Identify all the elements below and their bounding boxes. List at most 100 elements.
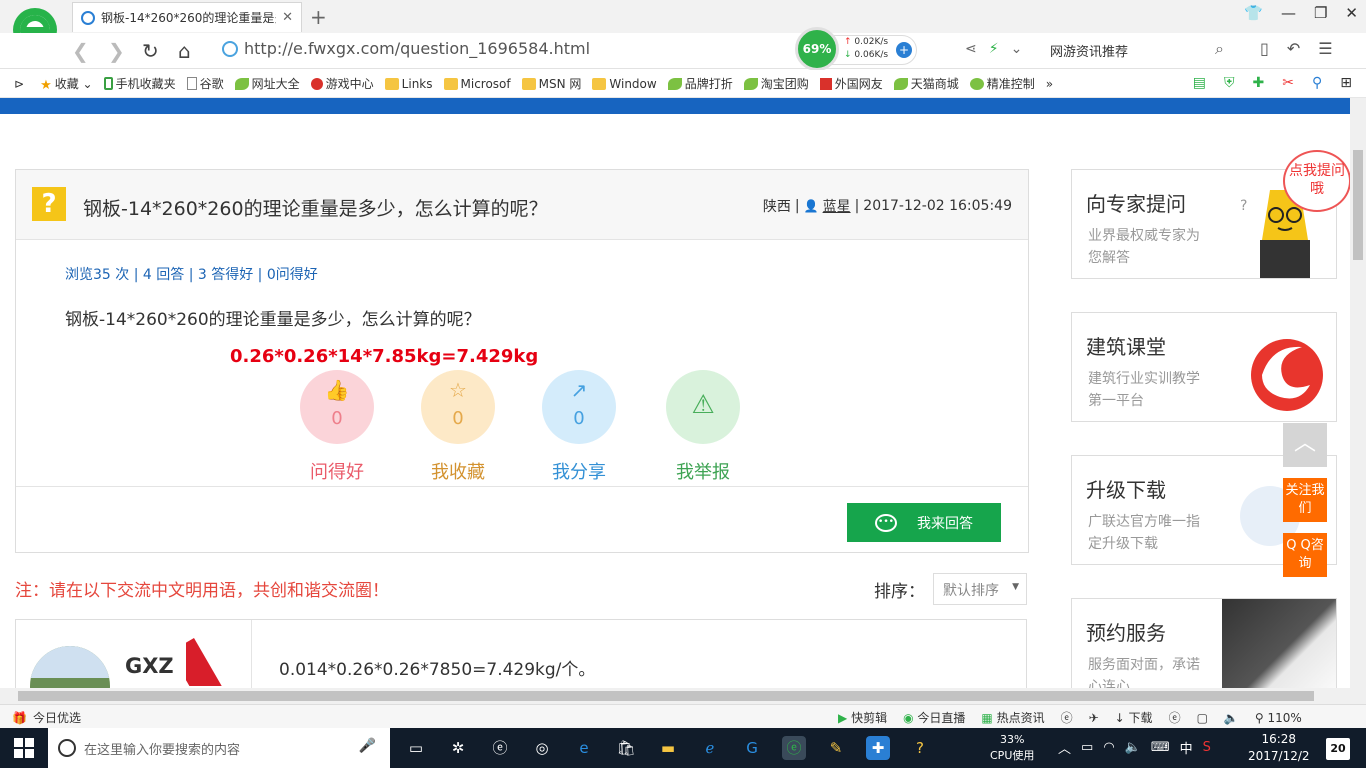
translate-icon[interactable]: ✚ (1253, 75, 1265, 91)
favorite-item[interactable]: 手机收藏夹 (103, 75, 176, 92)
question-author[interactable]: 蓝星 (823, 196, 851, 216)
refresh-button[interactable]: ↻ (142, 39, 159, 63)
favorite-item[interactable]: ★ 收藏 ⌄ (40, 75, 93, 93)
report-button[interactable]: ⚠ 我举报 (648, 370, 758, 484)
divider (16, 486, 1028, 487)
share-button[interactable]: ↗ 0 我分享 (524, 370, 634, 484)
favorite-item[interactable]: 游戏中心 (310, 75, 374, 92)
back-to-top-button[interactable]: ︿ (1283, 423, 1327, 467)
battery-icon[interactable]: ▭ (1081, 740, 1093, 755)
new-tab-button[interactable]: + (310, 5, 327, 29)
active-browser-icon[interactable]: ⓔ (782, 736, 806, 760)
favorite-item[interactable]: 淘宝团购 (743, 75, 809, 92)
horizontal-scrollbar[interactable] (0, 688, 1366, 704)
appointment-card[interactable]: 预约服务 服务面对面，承诺心连心 (1071, 598, 1337, 688)
pinwheel-app-icon[interactable]: ✲ (446, 736, 470, 760)
answerer-name[interactable]: GXZ (125, 654, 174, 678)
url-text[interactable]: http://e.fwxgx.com/question_1696584.html (244, 39, 590, 58)
favorite-item[interactable]: 网址大全 (234, 75, 300, 92)
apps-grid-icon[interactable]: ⊞ (1340, 75, 1352, 91)
microphone-icon[interactable]: 🎤 (359, 738, 376, 754)
browser-tab[interactable]: 钢板-14*260*260的理论重量是多 ✕ (72, 2, 302, 32)
good-question-button[interactable]: 👍 0 问得好 (282, 370, 392, 484)
volume-icon[interactable]: 🔈 (1125, 740, 1141, 755)
restore-button[interactable]: ❐ (1314, 4, 1327, 22)
favorite-item[interactable]: 谷歌 (186, 75, 224, 92)
follow-us-button[interactable]: 关注我们 (1283, 478, 1327, 522)
file-explorer-icon[interactable]: ▬ (656, 736, 680, 760)
vertical-scrollbar[interactable] (1350, 98, 1366, 688)
browser-e-app-icon[interactable]: ⓔ (488, 736, 512, 760)
network-icon[interactable]: ◠ (1103, 740, 1114, 755)
taskbar-search-input[interactable]: 在这里输入你要搜索的内容 🎤 (48, 728, 390, 768)
windows-start-icon[interactable] (14, 738, 34, 758)
store-icon[interactable]: 🛍 (614, 736, 638, 760)
search-input[interactable]: 网游资讯推荐 (1050, 41, 1128, 60)
favorite-button[interactable]: ☆ 0 我收藏 (403, 370, 513, 484)
notes-app-icon[interactable]: ✎ (824, 736, 848, 760)
system-clock[interactable]: 16:28 2017/12/2 (1248, 731, 1310, 765)
chevron-down-icon[interactable]: ⌄ (1011, 41, 1023, 57)
cpu-usage[interactable]: 33% CPU使用 (990, 732, 1034, 764)
ime-indicator[interactable]: 中 (1180, 738, 1193, 757)
favorite-item[interactable]: 品牌打折 (667, 75, 733, 92)
network-speed-widget[interactable]: ↑ 0.02K/s ↓ 0.06K/s + 69% (795, 27, 921, 71)
ask-bubble[interactable]: 点我提问哦 (1283, 150, 1350, 212)
address-bar[interactable]: http://e.fwxgx.com/question_1696584.html (222, 39, 590, 58)
browser-icon[interactable]: ⓔ (1061, 709, 1073, 726)
zoom-level[interactable]: ⚲ 110% (1255, 711, 1302, 725)
more-favorites-icon[interactable]: » (1046, 77, 1053, 91)
daily-picks[interactable]: 🎁 今日优选 (12, 709, 81, 726)
pin-icon[interactable]: ✈ (1089, 711, 1099, 725)
undo-icon[interactable]: ↶ (1287, 39, 1300, 58)
spiral-app-icon[interactable]: ◎ (530, 736, 554, 760)
status-item[interactable]: ▦ 热点资讯 (981, 709, 1044, 726)
scissors-icon[interactable]: ✂ (1282, 75, 1294, 91)
sound-icon[interactable]: 🔈 (1224, 711, 1239, 725)
plus-app-icon[interactable]: ✚ (866, 736, 890, 760)
favorite-item[interactable]: 精准控制 (969, 75, 1035, 92)
clean-icon[interactable]: ⓔ (1169, 709, 1181, 726)
status-item[interactable]: ▶ 快剪辑 (838, 709, 887, 726)
forward-button[interactable]: ❯ (108, 39, 125, 63)
notification-center-button[interactable]: 20 (1326, 738, 1350, 760)
status-item[interactable]: ↓ 下载 (1115, 709, 1153, 726)
chevron-up-icon[interactable]: ︿ (1058, 738, 1071, 757)
avatar[interactable] (30, 646, 110, 688)
skin-icon[interactable]: 👕 (1244, 4, 1263, 22)
favorite-item[interactable]: Microsof (443, 77, 511, 91)
reader-icon[interactable]: ▤ (1193, 75, 1206, 91)
task-view-icon[interactable]: ▭ (404, 736, 428, 760)
mobile-icon[interactable]: ▯ (1260, 39, 1269, 58)
share-icon[interactable]: ⋖ (965, 41, 977, 57)
favorite-item[interactable]: Links (384, 77, 433, 91)
keyboard-icon[interactable]: ⌨ (1151, 740, 1170, 755)
window-icon[interactable]: ▢ (1197, 711, 1208, 725)
accelerate-icon[interactable]: + (896, 42, 912, 58)
close-tab-icon[interactable]: ✕ (282, 10, 293, 25)
edge-icon[interactable]: e (572, 736, 596, 760)
status-item[interactable]: ◉ 今日直播 (903, 709, 965, 726)
sogou-ime-icon[interactable]: S (1203, 740, 1211, 755)
close-window-button[interactable]: ✕ (1345, 4, 1358, 22)
minimize-button[interactable]: — (1281, 4, 1296, 22)
sidebar-toggle-icon[interactable]: ⊳ (14, 77, 24, 91)
qq-consult-button[interactable]: Q Q咨询 (1283, 533, 1327, 577)
shield-icon[interactable]: ⛨ (1224, 75, 1235, 91)
search-icon[interactable]: ⌕ (1215, 39, 1224, 59)
question-app-icon[interactable]: ? (908, 736, 932, 760)
ie-icon[interactable]: ℯ (698, 736, 722, 760)
lightning-icon[interactable]: ⚡ (989, 41, 999, 57)
sort-select[interactable]: 默认排序 ▼ (933, 573, 1027, 605)
menu-icon[interactable]: ☰ (1318, 39, 1332, 58)
favorite-item[interactable]: 天猫商城 (893, 75, 959, 92)
magnifier-icon[interactable]: ⚲ (1312, 75, 1322, 91)
home-button[interactable]: ⌂ (178, 39, 191, 63)
favorite-item[interactable]: Window (592, 77, 657, 91)
favorite-item[interactable]: MSN 网 (521, 75, 581, 92)
back-button[interactable]: ❮ (72, 39, 89, 63)
answer-button[interactable]: ••• 我来回答 (847, 503, 1001, 542)
building-class-card[interactable]: 建筑课堂 建筑行业实训教学第一平台 (1071, 312, 1337, 422)
favorite-item[interactable]: 外国网友 (819, 75, 883, 92)
sogou-app-icon[interactable]: G (740, 736, 764, 760)
